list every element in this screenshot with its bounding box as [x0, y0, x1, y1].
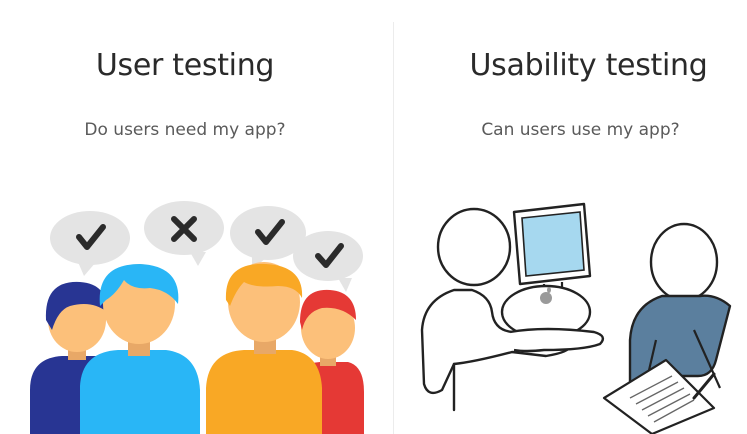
speech-bubble — [144, 201, 224, 266]
user-testing-illustration — [30, 201, 364, 434]
pen-icon — [692, 372, 716, 400]
usability-testing-illustration — [420, 202, 732, 434]
user-testing-panel: User testing Do users need my app? — [0, 0, 394, 434]
moderator — [628, 222, 732, 397]
tester-head — [436, 207, 512, 287]
person-orange — [206, 262, 322, 434]
usability-testing-panel: Usability testing Can users use my app? — [394, 0, 747, 434]
computer-icon — [500, 202, 592, 340]
tester-arm — [509, 327, 605, 353]
